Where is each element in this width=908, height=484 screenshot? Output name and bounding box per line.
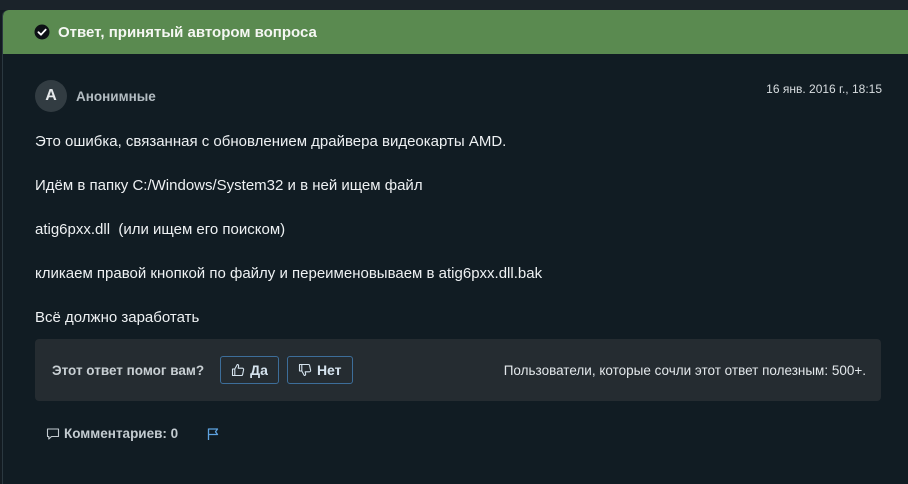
thumbs-down-icon (298, 363, 312, 377)
flag-icon[interactable] (206, 427, 220, 441)
comments-link[interactable]: Комментариев: 0 (46, 426, 178, 441)
answer-paragraph: atig6pxx.dll (или ищем его поиском) (35, 221, 286, 238)
helpful-no-button[interactable]: Нет (286, 356, 353, 384)
top-strip (0, 0, 908, 10)
thumbs-up-icon (232, 363, 245, 377)
helpful-yes-button[interactable]: Да (220, 356, 279, 384)
post-timestamp: 16 янв. 2016 г., 18:15 (766, 82, 882, 96)
helpful-question: Этот ответ помог вам? (52, 362, 205, 378)
answer-paragraph: кликаем правой кнопкой по файлу и переим… (35, 265, 543, 282)
author-row: A Анонимные (35, 80, 156, 112)
comments-label: Комментариев: 0 (64, 426, 179, 441)
helpful-no-label: Нет (316, 362, 342, 378)
check-circle-icon (34, 24, 50, 40)
banner-text: Ответ, принятый автором вопроса (58, 23, 317, 41)
helpful-count-text: Пользователи, которые сочли этот ответ п… (503, 362, 866, 378)
answer-card: Ответ, принятый автором вопроса A Аноним… (2, 10, 908, 484)
comment-icon (46, 427, 60, 440)
answer-footer: Комментариев: 0 (46, 426, 220, 441)
avatar[interactable]: A (35, 80, 67, 112)
answer-paragraph: Идём в папку C:/Windows/System32 и в ней… (35, 177, 423, 194)
helpful-yes-label: Да (250, 362, 268, 378)
accepted-answer-banner: Ответ, принятый автором вопроса (3, 10, 908, 54)
author-name[interactable]: Анонимные (76, 89, 156, 104)
answer-paragraph: Это ошибка, связанная с обновлением драй… (35, 133, 507, 150)
answer-body: Это ошибка, связанная с обновлением драй… (35, 132, 875, 352)
helpful-feedback-box: Этот ответ помог вам? Да Нет Пользовател… (35, 339, 881, 401)
